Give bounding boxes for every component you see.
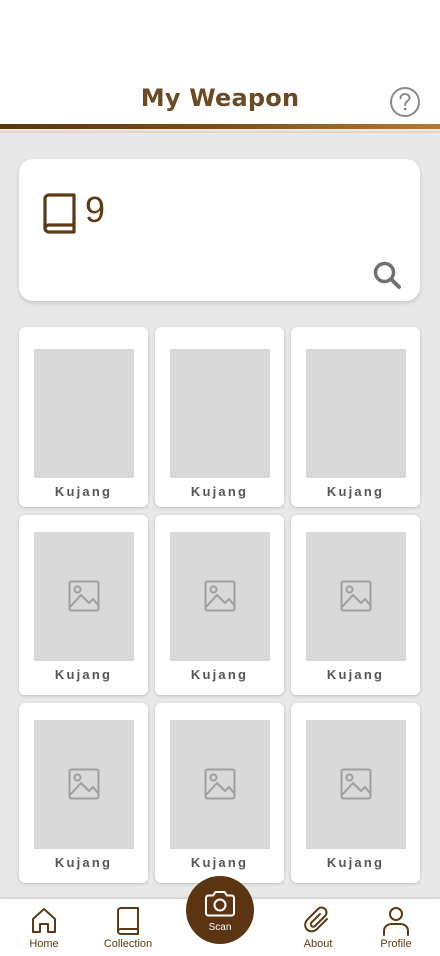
weapon-name: Kujang bbox=[190, 484, 249, 499]
search-icon[interactable] bbox=[372, 260, 402, 290]
home-icon bbox=[32, 908, 56, 933]
book-icon bbox=[117, 907, 139, 935]
nav-about-label: About bbox=[303, 938, 333, 950]
nav-home-label: Home bbox=[29, 938, 59, 950]
scan-label: Scan bbox=[208, 922, 232, 933]
app-header: My Weapon bbox=[0, 0, 440, 133]
paperclip-icon bbox=[304, 906, 328, 933]
nav-profile-label: Profile bbox=[380, 938, 412, 950]
header-divider bbox=[0, 124, 440, 129]
nav-collection-label: Collection bbox=[103, 938, 153, 950]
collection-count: 9 bbox=[85, 189, 106, 230]
header-divider-light bbox=[0, 131, 440, 133]
weapon-card[interactable]: Kujang bbox=[19, 327, 148, 507]
nav-profile[interactable]: Profile bbox=[356, 899, 436, 956]
page-title: My Weapon bbox=[140, 84, 300, 112]
weapon-name: Kujang bbox=[326, 484, 385, 499]
weapon-image bbox=[34, 349, 134, 478]
user-icon bbox=[383, 907, 409, 936]
weapon-card[interactable]: Kujang bbox=[19, 515, 148, 695]
weapon-name: Kujang bbox=[54, 855, 113, 870]
weapon-image bbox=[170, 532, 270, 661]
weapon-card[interactable]: Kujang bbox=[291, 703, 420, 883]
camera-icon bbox=[205, 891, 235, 917]
book-icon bbox=[41, 192, 77, 234]
weapon-card[interactable]: Kujang bbox=[291, 327, 420, 507]
weapon-image bbox=[170, 720, 270, 849]
question-circle-icon[interactable] bbox=[389, 86, 421, 118]
weapon-card[interactable]: Kujang bbox=[291, 515, 420, 695]
weapon-card[interactable]: Kujang bbox=[155, 703, 284, 883]
weapon-name: Kujang bbox=[326, 855, 385, 870]
weapon-image bbox=[170, 349, 270, 478]
weapon-name: Kujang bbox=[190, 667, 249, 682]
nav-about[interactable]: About bbox=[278, 899, 358, 956]
scan-button[interactable]: Scan bbox=[186, 876, 254, 944]
weapon-name: Kujang bbox=[54, 667, 113, 682]
weapon-card[interactable]: Kujang bbox=[155, 327, 284, 507]
weapon-card[interactable]: Kujang bbox=[19, 703, 148, 883]
nav-home[interactable]: Home bbox=[4, 899, 84, 956]
collection-summary-card: 9 bbox=[19, 159, 420, 301]
weapon-card[interactable]: Kujang bbox=[155, 515, 284, 695]
weapon-image bbox=[306, 532, 406, 661]
weapon-image bbox=[306, 720, 406, 849]
weapon-image bbox=[34, 532, 134, 661]
weapon-name: Kujang bbox=[54, 484, 113, 499]
weapon-image bbox=[34, 720, 134, 849]
weapon-name: Kujang bbox=[190, 855, 249, 870]
weapon-name: Kujang bbox=[326, 667, 385, 682]
weapon-image bbox=[306, 349, 406, 478]
nav-collection[interactable]: Collection bbox=[88, 899, 168, 956]
